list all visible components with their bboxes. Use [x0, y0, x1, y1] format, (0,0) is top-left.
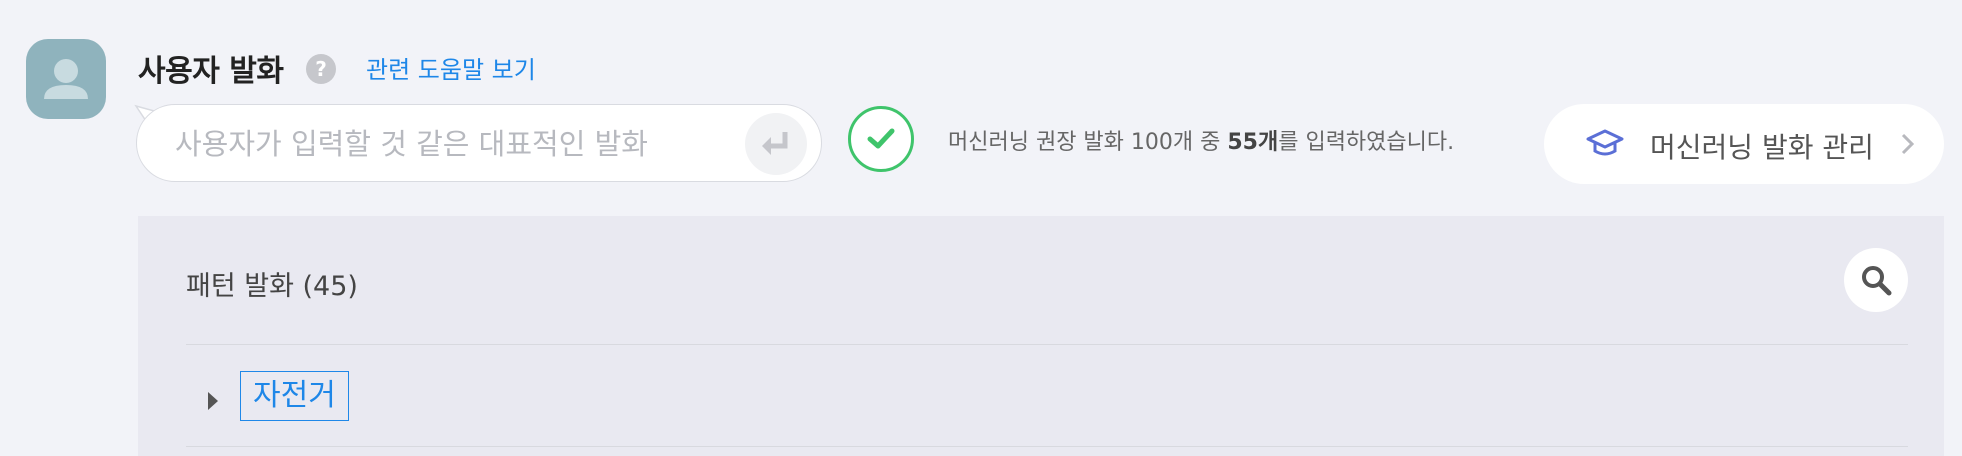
user-avatar-icon	[26, 39, 106, 119]
ml-utterance-manage-button[interactable]: 머신러닝 발화 관리	[1544, 104, 1944, 184]
ml-status-text: 머신러닝 권장 발화 100개 중 55개를 입력하였습니다.	[948, 124, 1454, 156]
ml-status-suffix: 를 입력하였습니다.	[1278, 130, 1455, 155]
search-button[interactable]	[1844, 248, 1908, 312]
caret-right-icon[interactable]	[206, 390, 220, 412]
pattern-item-label[interactable]: 자전거	[240, 371, 349, 421]
question-icon[interactable]: ?	[306, 54, 336, 84]
search-icon	[1862, 266, 1892, 296]
divider	[186, 344, 1908, 345]
chevron-right-icon	[1901, 133, 1915, 155]
ml-button-label: 머신러닝 발화 관리	[1650, 131, 1874, 164]
divider	[186, 446, 1908, 447]
section-title: 사용자 발화	[138, 54, 284, 89]
pattern-utterance-panel: 패턴 발화 (45) 자전거	[138, 216, 1944, 456]
utterance-input[interactable]	[173, 119, 717, 169]
enter-button[interactable]	[745, 113, 807, 175]
ml-status-count: 55개	[1227, 130, 1279, 155]
ml-status-prefix: 머신러닝 권장 발화 100개 중	[948, 130, 1228, 155]
check-icon	[848, 106, 914, 172]
enter-icon	[762, 132, 788, 155]
graduation-cap-icon	[1586, 129, 1624, 156]
help-link[interactable]: 관련 도움말 보기	[366, 50, 536, 85]
utterance-input-box	[136, 104, 822, 182]
pattern-panel-title: 패턴 발화 (45)	[186, 271, 358, 302]
